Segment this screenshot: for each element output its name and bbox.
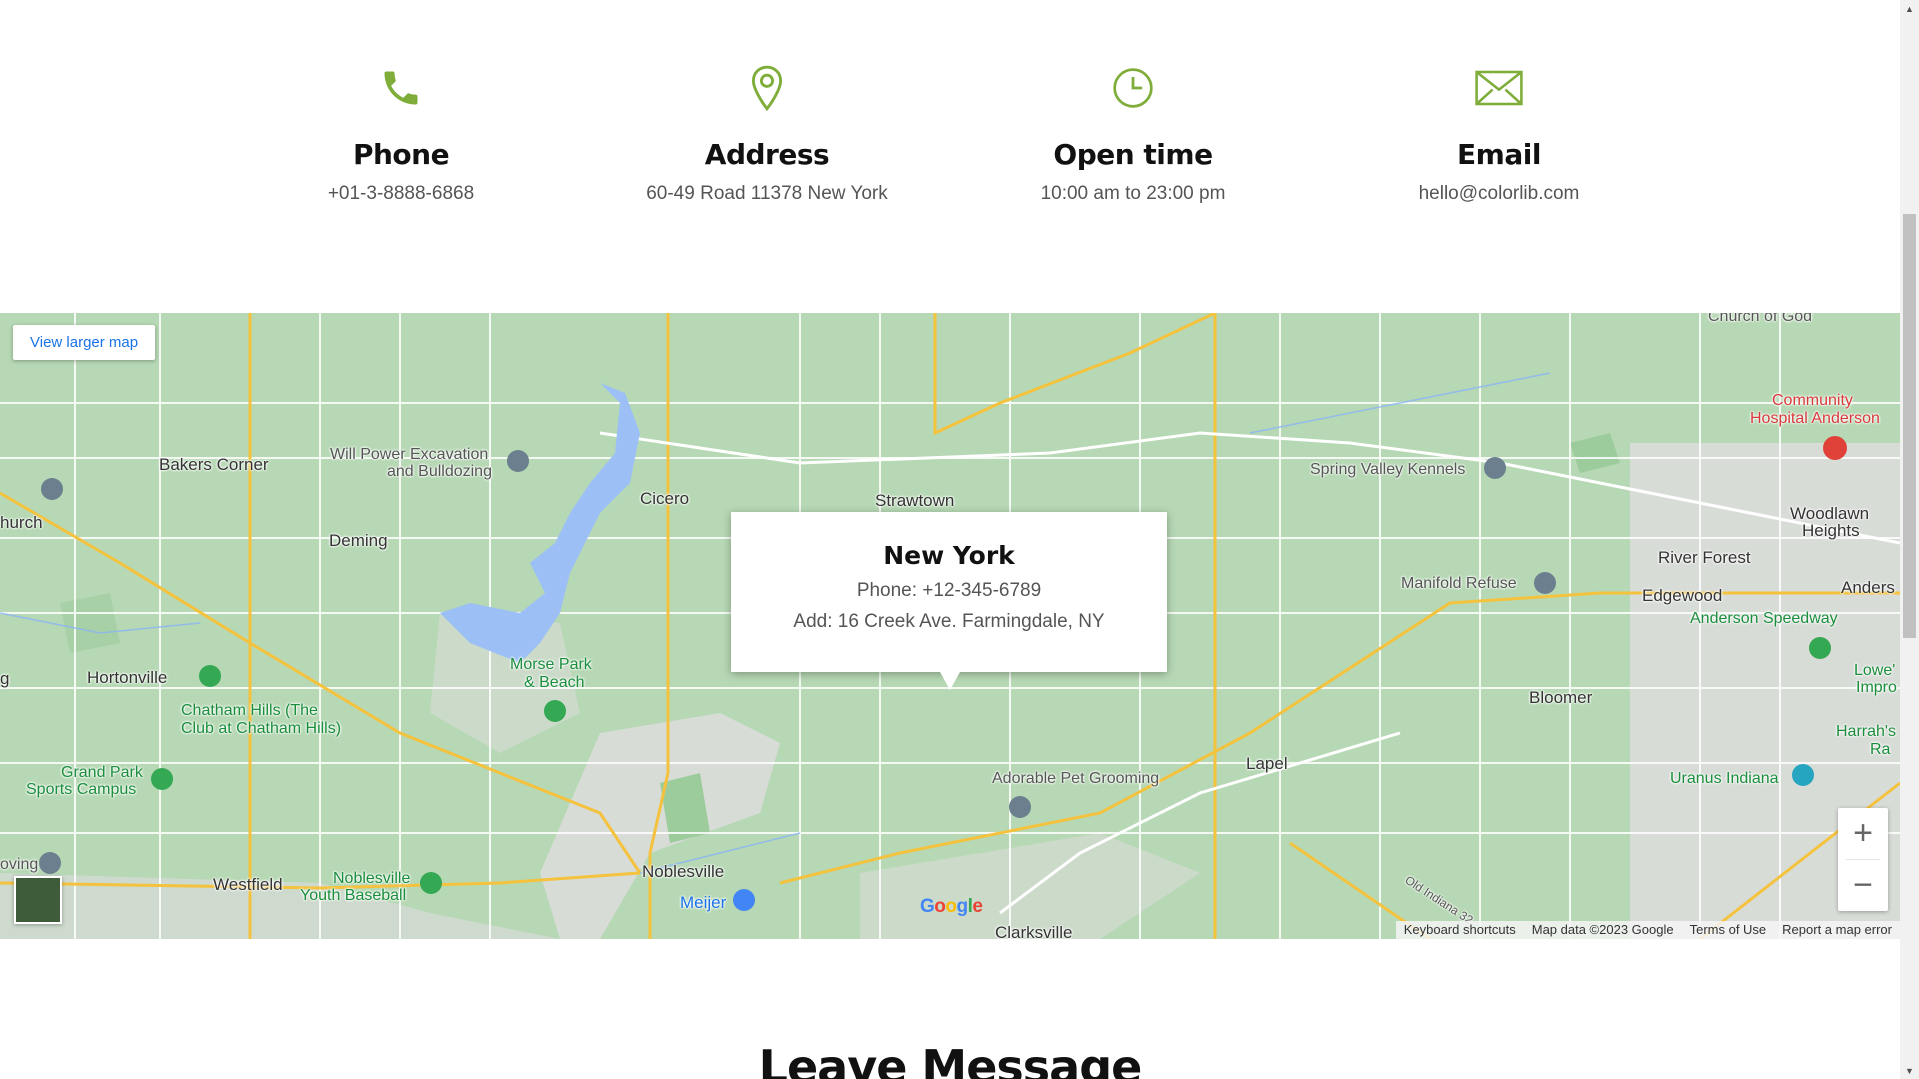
contact-phone: Phone +01-3-8888-6868 <box>241 58 561 205</box>
envelope-icon <box>1339 58 1659 118</box>
place-label: Manifold Refuse <box>1401 575 1517 592</box>
place-label: Anders <box>1841 578 1895 597</box>
scroll-up-arrow-icon[interactable]: ▲ <box>1900 0 1919 17</box>
place-label: Impro <box>1856 679 1897 696</box>
zoom-out-button[interactable]: − <box>1838 860 1888 911</box>
contact-info-section: Phone +01-3-8888-6868 Address 60-49 Road… <box>0 0 1900 313</box>
contact-phone-value: +01-3-8888-6868 <box>327 183 475 204</box>
report-map-error-link[interactable]: Report a map error <box>1774 921 1900 939</box>
place-label: Grand Park <box>61 764 143 781</box>
place-label: Deming <box>329 531 388 550</box>
popup-title: New York <box>883 541 1015 570</box>
place-label: Lapel <box>1246 754 1288 773</box>
place-label: Noblesville <box>333 870 411 887</box>
place-label: Strawtown <box>875 491 955 510</box>
google-logo: Google <box>920 896 983 917</box>
contact-open-time-value: 10:00 am to 23:00 pm <box>1040 183 1226 204</box>
place-label: Hortonville <box>87 668 168 687</box>
place-label: g <box>0 669 10 688</box>
place-label: River Forest <box>1658 548 1751 567</box>
place-label: Youth Baseball <box>300 887 407 904</box>
place-label: Meijer <box>680 893 727 912</box>
place-label: Community <box>1772 392 1853 409</box>
place-label: Edgewood <box>1642 586 1723 605</box>
scrollbar[interactable]: ▲ ▼ <box>1900 0 1919 1079</box>
satellite-toggle[interactable] <box>14 876 62 924</box>
place-label: Spring Valley Kennels <box>1310 461 1466 478</box>
zoom-in-button[interactable]: + <box>1838 808 1888 859</box>
contact-address-value: 60-49 Road 11378 New York <box>646 183 888 204</box>
place-label: Noblesville <box>642 862 725 881</box>
place-label: hurch <box>0 513 43 532</box>
place-label: Hospital Anderson <box>1750 410 1880 427</box>
contact-email-title: Email <box>1457 138 1541 171</box>
place-label: Anderson Speedway <box>1690 610 1838 627</box>
popup-phone: Phone: +12-345-6789 <box>856 580 1042 601</box>
place-label: Bloomer <box>1529 688 1593 707</box>
contact-phone-title: Phone <box>352 138 450 171</box>
popup-address: Add: 16 Creek Ave. Farmingdale, NY <box>793 611 1105 632</box>
place-label: Club at Chatham Hills) <box>181 720 342 737</box>
contact-email: Email hello@colorlib.com <box>1339 58 1659 205</box>
place-label: Lowe' <box>1854 662 1896 679</box>
zoom-controls: + − <box>1838 808 1888 911</box>
place-label: Harrah's <box>1836 723 1896 740</box>
place-label: Clarksville <box>995 923 1073 939</box>
place-label: Westfield <box>213 875 283 894</box>
contact-address: Address 60-49 Road 11378 New York <box>607 58 927 205</box>
map-info-popup: New York Phone: +12-345-6789 Add: 16 Cre… <box>731 512 1167 690</box>
map-data-text: Map data ©2023 Google <box>1531 922 1674 937</box>
place-label: Chatham Hills (The <box>181 702 318 719</box>
place-label: Sports Campus <box>26 781 137 798</box>
view-larger-map-link[interactable]: View larger map <box>13 325 156 360</box>
place-label: Cicero <box>640 489 690 508</box>
map-attribution: Keyboard shortcuts Map data ©2023 Google… <box>1395 921 1900 939</box>
place-label: and Bulldozing <box>387 463 492 480</box>
place-label: Church of God <box>1708 313 1813 325</box>
scroll-down-arrow-icon[interactable]: ▼ <box>1900 1062 1919 1079</box>
place-label: oving <box>0 856 39 873</box>
popup-tail <box>940 672 960 690</box>
place-label: Heights <box>1802 521 1860 540</box>
contact-email-value: hello@colorlib.com <box>1418 183 1580 204</box>
place-label: & Beach <box>524 674 585 691</box>
terms-of-use-link[interactable]: Terms of Use <box>1682 921 1775 939</box>
contact-address-title: Address <box>704 138 830 171</box>
place-label: Uranus Indiana <box>1670 770 1779 787</box>
leave-message-heading: Leave Message <box>758 1040 1143 1079</box>
place-label: Will Power Excavation <box>330 446 489 463</box>
phone-icon <box>241 58 561 118</box>
keyboard-shortcuts-link[interactable]: Keyboard shortcuts <box>1396 921 1524 939</box>
contact-open-time-title: Open time <box>1053 138 1213 171</box>
place-label: Bakers Corner <box>159 455 269 474</box>
google-map[interactable]: View larger map Bakers Corner Will Power… <box>0 313 1900 939</box>
place-label: Adorable Pet Grooming <box>992 770 1160 787</box>
contact-open-time: Open time 10:00 am to 23:00 pm <box>973 58 1293 205</box>
clock-icon <box>973 58 1293 118</box>
place-label: Morse Park <box>510 656 592 673</box>
scrollbar-thumb[interactable] <box>1903 214 1916 638</box>
place-label: Ra <box>1870 741 1891 758</box>
map-pin-icon <box>607 58 927 118</box>
